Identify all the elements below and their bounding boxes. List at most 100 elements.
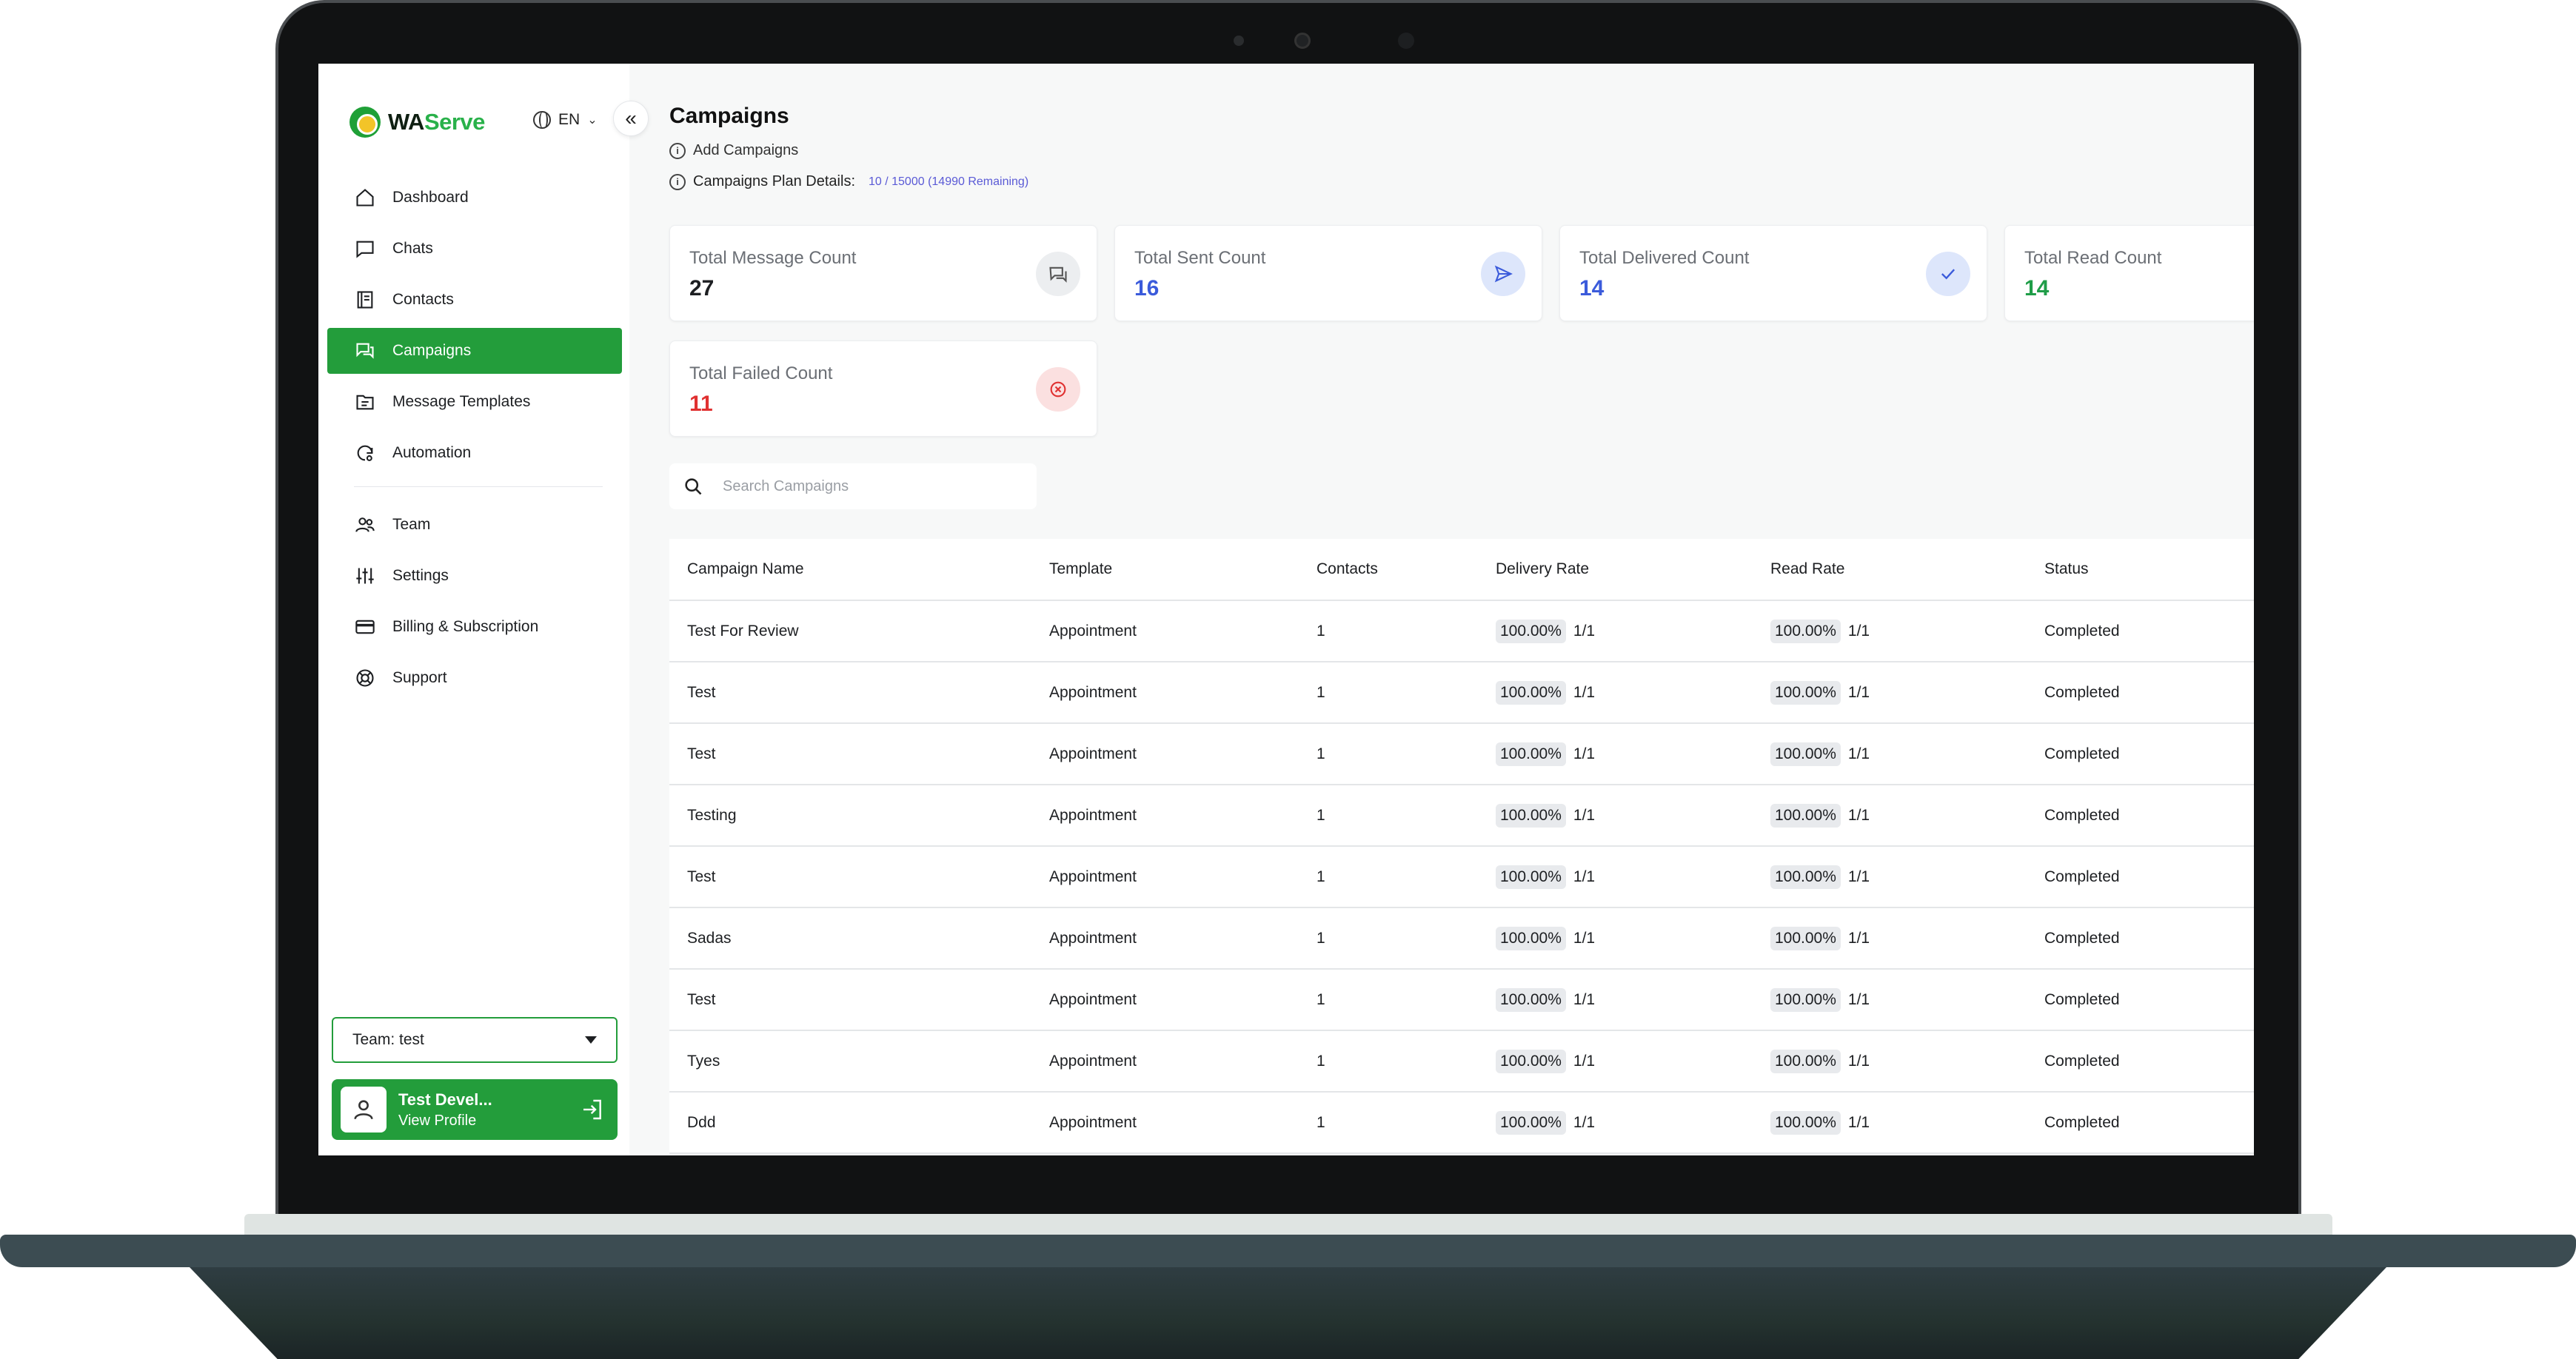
campaign-name: Test xyxy=(687,683,716,701)
read-fraction: 1/1 xyxy=(1847,622,1870,640)
sidebar-item-campaigns[interactable]: Campaigns xyxy=(327,328,622,374)
stat-label: Total Failed Count xyxy=(689,363,833,383)
delivery-fraction: 1/1 xyxy=(1573,868,1596,885)
delivery-rate: 100.00% 1/1 xyxy=(1496,662,1595,722)
stat-card-delivered: Total Delivered Count 14 xyxy=(1559,225,1987,321)
read-rate-pill: 100.00% xyxy=(1770,619,1841,643)
collapse-sidebar-button[interactable]: « xyxy=(613,101,649,136)
column-header[interactable]: Read Rate xyxy=(1770,539,1844,600)
stat-value: 16 xyxy=(1134,276,1160,301)
column-header[interactable]: Contacts xyxy=(1317,539,1378,600)
campaigns-table: Campaign Name Template Contacts Delivery… xyxy=(669,539,2254,1154)
delivery-rate: 100.00% 1/1 xyxy=(1496,785,1595,845)
delivery-fraction: 1/1 xyxy=(1573,806,1596,824)
logout-icon[interactable] xyxy=(576,1093,609,1126)
delivery-rate-pill: 100.00% xyxy=(1496,742,1566,766)
search-input[interactable] xyxy=(723,477,1004,495)
stat-card-read: Total Read Count 14 xyxy=(2004,225,2254,321)
delivery-fraction: 1/1 xyxy=(1573,683,1596,701)
campaigns-plan-details: i Campaigns Plan Details: 10 / 15000 (14… xyxy=(669,173,1028,190)
read-rate-pill: 100.00% xyxy=(1770,865,1841,889)
status-label: Completed xyxy=(2044,745,2120,762)
main-content: Campaigns i Add Campaigns i Campaigns Pl… xyxy=(669,64,2254,1155)
read-rate-pill: 100.00% xyxy=(1770,1049,1841,1073)
table-row[interactable]: Ddd Appointment 1 100.00% 1/1 100.00% 1/1 … xyxy=(669,1093,2254,1154)
status-label: Completed xyxy=(2044,622,2120,640)
chevron-down-icon: ⌄ xyxy=(587,114,598,127)
read-fraction: 1/1 xyxy=(1847,990,1870,1008)
delivery-rate: 100.00% 1/1 xyxy=(1496,724,1595,784)
message-icon xyxy=(1036,252,1080,296)
table-row[interactable]: Sadas Appointment 1 100.00% 1/1 100.00% 1/… xyxy=(669,908,2254,970)
brand-wa: WA xyxy=(388,109,424,135)
stat-card-message: Total Message Count 27 xyxy=(669,225,1097,321)
status-label: Completed xyxy=(2044,868,2120,885)
read-rate-pill: 100.00% xyxy=(1770,680,1841,705)
delivery-rate-pill: 100.00% xyxy=(1496,1110,1566,1135)
check-icon xyxy=(1926,252,1970,296)
delivery-rate: 100.00% 1/1 xyxy=(1496,908,1595,968)
view-profile-link[interactable]: View Profile xyxy=(398,1113,576,1130)
table-row[interactable]: Test Appointment 1 100.00% 1/1 100.00% 1/1… xyxy=(669,847,2254,908)
contacts-book-icon xyxy=(354,289,376,311)
sidebar-item-dashboard[interactable]: Dashboard xyxy=(327,175,622,221)
contacts-count: 1 xyxy=(1317,868,1325,885)
contacts-count: 1 xyxy=(1317,1113,1325,1131)
stat-value: 27 xyxy=(689,276,715,301)
brand-serve: Serve xyxy=(424,109,485,135)
contacts-count: 1 xyxy=(1317,990,1325,1008)
column-header[interactable]: Template xyxy=(1049,539,1112,600)
campaign-name: Tyes xyxy=(687,1052,720,1070)
table-row[interactable]: Tyes Appointment 1 100.00% 1/1 100.00% 1/1… xyxy=(669,1031,2254,1093)
sidebar-item-automation[interactable]: Automation xyxy=(327,430,622,476)
template-name: Appointment xyxy=(1049,745,1137,762)
chat-icon xyxy=(354,238,376,260)
stat-value: 11 xyxy=(689,392,713,416)
sidebar-item-contacts[interactable]: Contacts xyxy=(327,277,622,323)
sidebar-item-label: Team xyxy=(392,516,431,533)
language-selector[interactable]: EN ⌄ xyxy=(533,111,598,129)
table-row[interactable]: Test Appointment 1 100.00% 1/1 100.00% 1/1… xyxy=(669,724,2254,785)
table-row[interactable]: Test Appointment 1 100.00% 1/1 100.00% 1/1… xyxy=(669,970,2254,1031)
delivery-fraction: 1/1 xyxy=(1573,990,1596,1008)
sidebar-item-message-templates[interactable]: Message Templates xyxy=(327,379,622,425)
template-name: Appointment xyxy=(1049,683,1137,701)
read-rate-pill: 100.00% xyxy=(1770,803,1841,828)
sidebar-item-settings[interactable]: Settings xyxy=(327,553,622,599)
add-campaigns-link[interactable]: i Add Campaigns xyxy=(669,142,798,159)
sidebar-item-label: Support xyxy=(392,669,447,686)
campaign-name: Test xyxy=(687,990,716,1008)
sidebar-item-label: Billing & Subscription xyxy=(392,618,539,635)
stat-card-sent: Total Sent Count 16 xyxy=(1114,225,1542,321)
column-header[interactable]: Status xyxy=(2044,539,2089,600)
sidebar-item-billing[interactable]: Billing & Subscription xyxy=(327,604,622,650)
language-label: EN xyxy=(558,111,581,128)
profile-card[interactable]: Test Devel... View Profile xyxy=(332,1079,618,1140)
table-row[interactable]: Testing Appointment 1 100.00% 1/1 100.00%… xyxy=(669,785,2254,847)
plan-label: Campaigns Plan Details: xyxy=(693,173,855,189)
campaign-name: Sadas xyxy=(687,929,732,947)
sidebar-item-support[interactable]: Support xyxy=(327,655,622,701)
sidebar-nav: Dashboard Chats Contacts Campaigns Messa… xyxy=(327,175,622,706)
delivery-rate-pill: 100.00% xyxy=(1496,680,1566,705)
sidebar-item-chats[interactable]: Chats xyxy=(327,226,622,272)
info-icon: i xyxy=(669,142,686,159)
table-row[interactable]: Test Appointment 1 100.00% 1/1 100.00% 1/1… xyxy=(669,662,2254,724)
table-header-row: Campaign Name Template Contacts Delivery… xyxy=(669,539,2254,601)
sidebar-item-team[interactable]: Team xyxy=(327,502,622,548)
table-row[interactable]: Test For Review Appointment 1 100.00% 1/1… xyxy=(669,601,2254,662)
delivery-rate-pill: 100.00% xyxy=(1496,865,1566,889)
sidebar-item-label: Settings xyxy=(392,567,449,584)
status-label: Completed xyxy=(2044,1052,2120,1070)
brand-logo[interactable]: WAServe xyxy=(349,107,485,138)
column-header[interactable]: Campaign Name xyxy=(687,539,804,600)
profile-text: Test Devel... View Profile xyxy=(398,1090,576,1130)
sensor-dot xyxy=(1234,36,1244,46)
team-select[interactable]: Team: test xyxy=(332,1017,618,1063)
column-header[interactable]: Delivery Rate xyxy=(1496,539,1589,600)
campaign-name: Test xyxy=(687,745,716,762)
template-name: Appointment xyxy=(1049,1052,1137,1070)
delivery-rate: 100.00% 1/1 xyxy=(1496,1031,1595,1091)
stat-value: 14 xyxy=(1579,276,1605,301)
delivery-rate-pill: 100.00% xyxy=(1496,926,1566,950)
